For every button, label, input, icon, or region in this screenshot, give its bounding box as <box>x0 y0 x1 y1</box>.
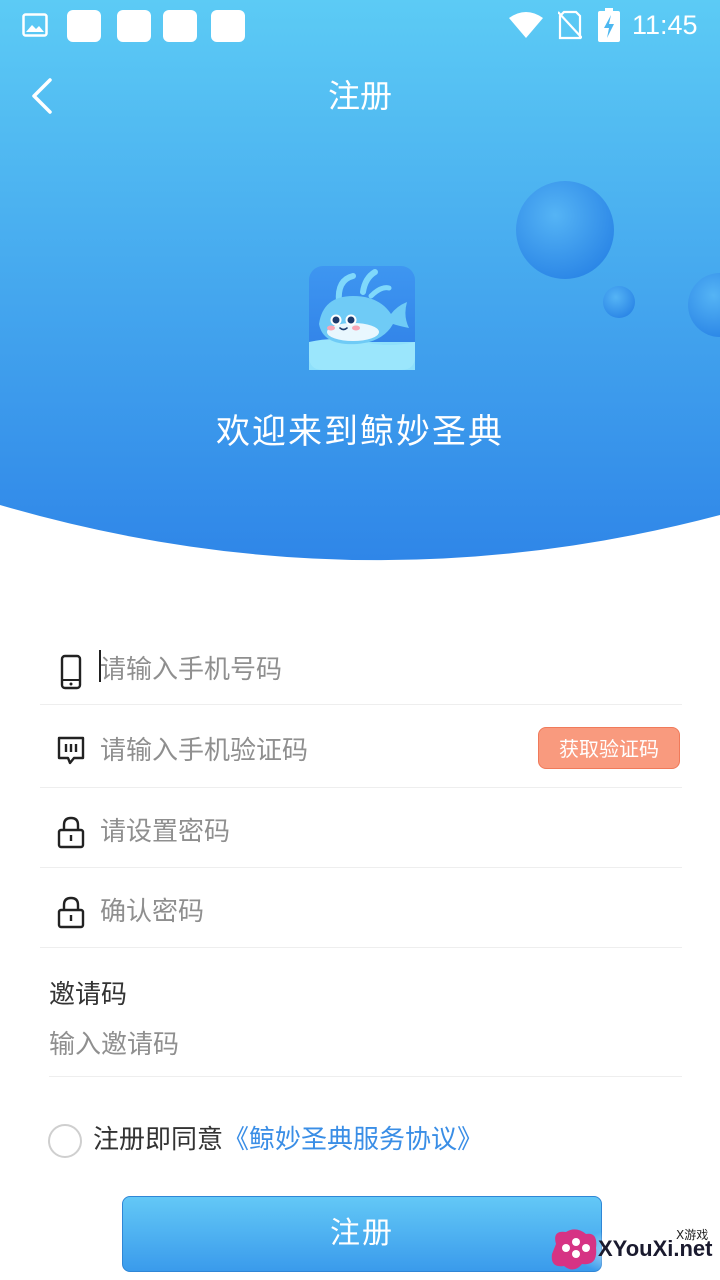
divider <box>49 1076 682 1077</box>
no-sim-icon <box>558 10 582 40</box>
notification-icon <box>67 10 101 42</box>
password-input[interactable] <box>100 810 530 854</box>
notification-icon <box>211 10 245 42</box>
invite-code-label: 邀请码 <box>49 980 128 1010</box>
agreement-prefix: 注册即同意 <box>93 1125 224 1155</box>
sms-code-input[interactable] <box>100 729 530 773</box>
notification-icon <box>117 10 151 42</box>
invite-code-input[interactable] <box>49 1024 609 1066</box>
lock-icon <box>57 896 85 929</box>
phone-icon <box>60 654 82 690</box>
phone-input[interactable] <box>100 648 530 692</box>
app-logo <box>309 266 415 370</box>
message-icon <box>57 736 85 765</box>
gallery-icon <box>22 13 48 37</box>
phone-row <box>40 630 682 705</box>
confirm-password-row <box>40 868 682 948</box>
sms-code-row: 获取验证码 <box>40 705 682 788</box>
confirm-password-input[interactable] <box>100 890 530 934</box>
agreement-text: 注册即同意《鲸妙圣典服务协议》 <box>93 1120 483 1160</box>
register-button[interactable]: 注册 <box>122 1196 602 1272</box>
page-title: 注册 <box>327 77 392 115</box>
battery-charging-icon <box>598 8 620 42</box>
watermark-text: XYouXi.net <box>598 1236 713 1261</box>
status-bar: 11:45 <box>0 0 720 52</box>
agreement-link[interactable]: 《鲸妙圣典服务协议》 <box>223 1125 483 1155</box>
notification-icon <box>163 10 197 42</box>
decor-bubble-large <box>516 181 614 279</box>
get-code-button[interactable]: 获取验证码 <box>538 727 680 769</box>
wifi-icon <box>509 12 543 38</box>
lock-icon <box>57 816 85 849</box>
decor-bubble-small <box>603 286 635 318</box>
password-row <box>40 788 682 868</box>
status-time: 11:45 <box>632 10 698 40</box>
agreement-checkbox[interactable] <box>48 1124 82 1158</box>
welcome-text: 欢迎来到鲸妙圣典 <box>216 412 504 452</box>
